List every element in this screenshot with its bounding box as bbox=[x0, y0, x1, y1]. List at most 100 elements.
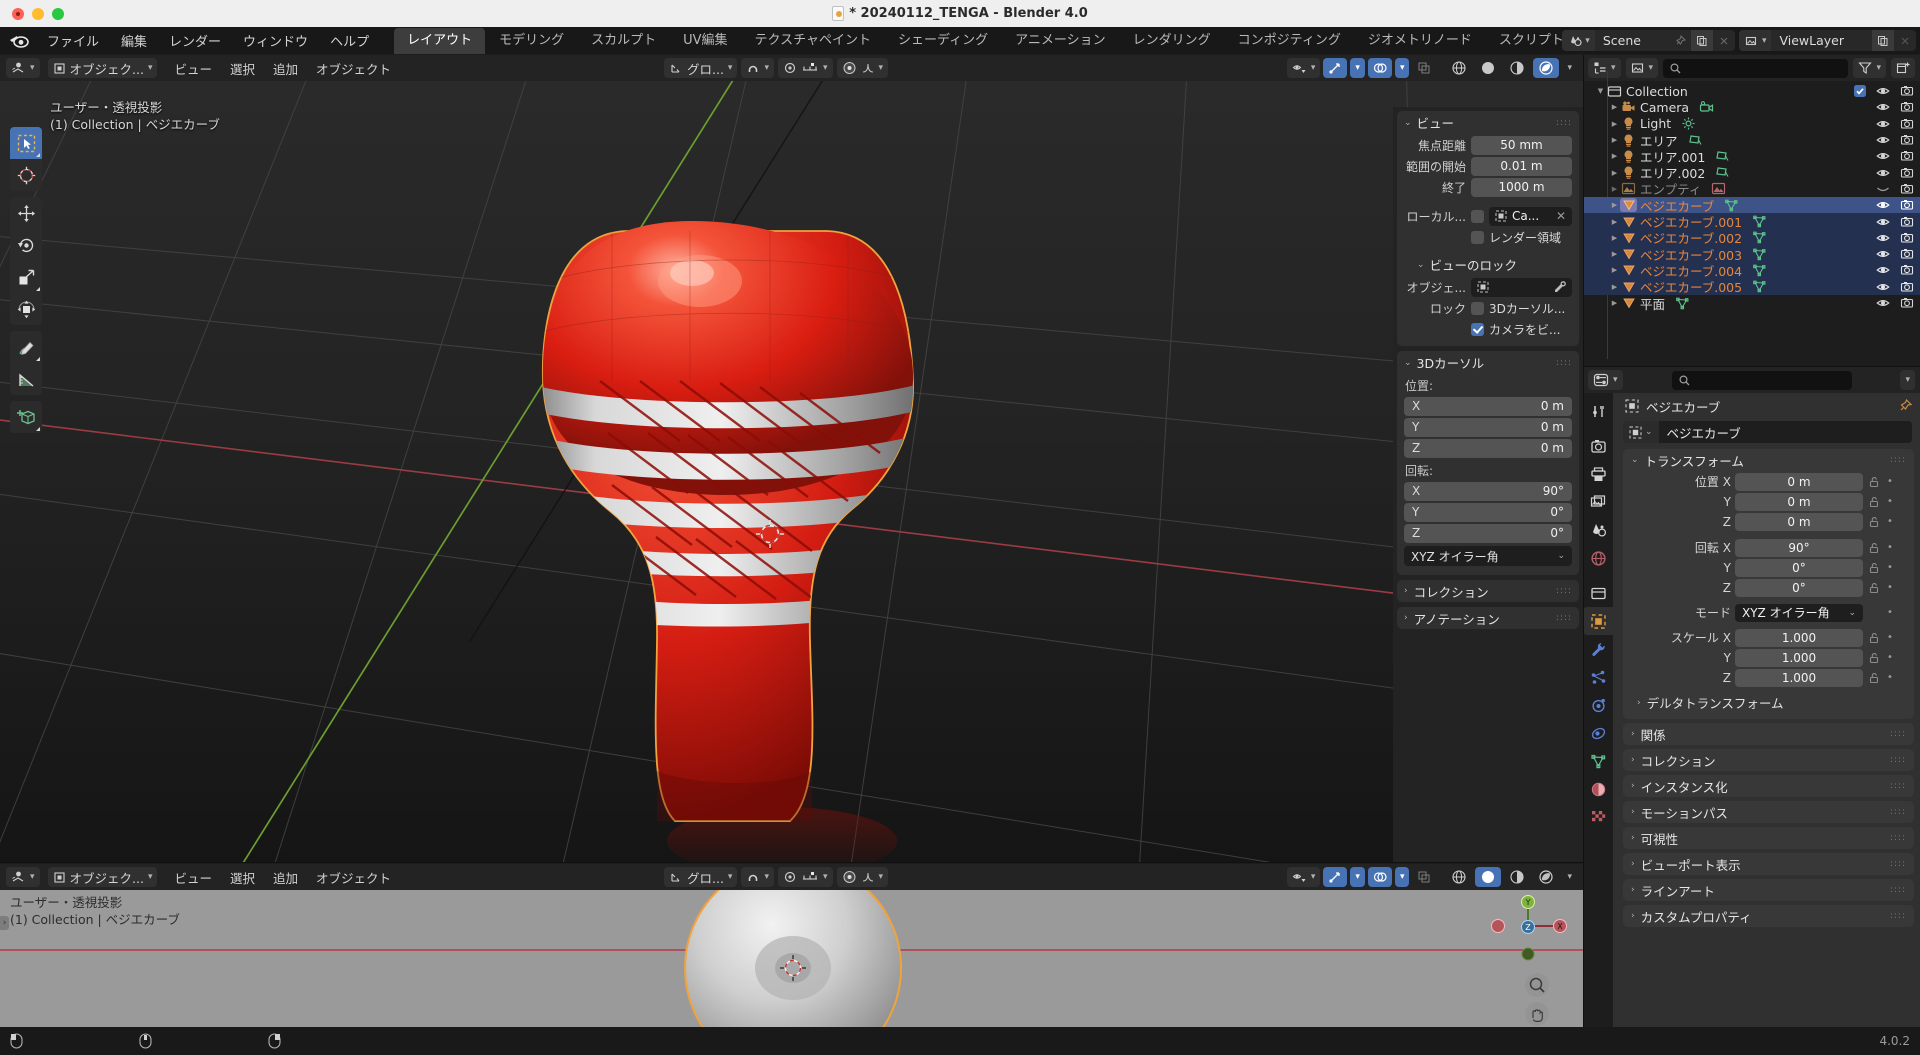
overlays-options-dropdown[interactable]: ▾ bbox=[1394, 58, 1410, 78]
disable-in-renders-icon[interactable] bbox=[1900, 166, 1914, 180]
viewport-3d-main[interactable]: ▾ オブジェク... ▾ ビュー 選択 追加 オブジェクト グロ... ▾ ▾ … bbox=[0, 55, 1583, 862]
object-name-value[interactable]: ベジエカーブ bbox=[1659, 423, 1741, 442]
workspace-tab-sculpting[interactable]: スカルプト bbox=[578, 28, 669, 54]
outliner-row-area-light[interactable]: ▶ エリア bbox=[1583, 132, 1920, 149]
animate-rotation-x-icon[interactable]: • bbox=[1885, 542, 1895, 553]
remove-viewlayer-button[interactable] bbox=[1894, 30, 1916, 51]
cursor-rotation-z-field[interactable]: Z 0° bbox=[1404, 523, 1572, 543]
cursor-location-z-field[interactable]: Z 0 m bbox=[1404, 438, 1572, 458]
local-camera-field[interactable]: Ca... ✕ bbox=[1489, 206, 1572, 226]
outliner-filter-button[interactable]: ▾ bbox=[1853, 58, 1886, 78]
location-x-field[interactable]: 0 m bbox=[1735, 472, 1863, 491]
lock-rotation-z-icon[interactable] bbox=[1867, 582, 1881, 594]
disclosure-triangle-icon[interactable]: ▶ bbox=[1609, 185, 1620, 193]
visibility-selector[interactable]: ▾ bbox=[1286, 58, 1321, 78]
disable-in-renders-icon[interactable] bbox=[1900, 247, 1914, 261]
menu-render[interactable]: レンダー bbox=[158, 28, 232, 53]
lock-location-x-icon[interactable] bbox=[1867, 476, 1881, 488]
properties-tab-material[interactable] bbox=[1583, 775, 1613, 803]
gizmo-options-dropdown[interactable]: ▾ bbox=[1350, 58, 1365, 78]
animate-rotation-y-icon[interactable]: • bbox=[1885, 562, 1895, 573]
editor-separator-vertical[interactable] bbox=[1583, 55, 1584, 1027]
outliner-row-collection[interactable]: ▼ Collection bbox=[1583, 83, 1920, 99]
properties-tab-tool[interactable] bbox=[1583, 397, 1613, 425]
mesh-data-icon[interactable] bbox=[1751, 263, 1768, 278]
viewport-3d-secondary[interactable]: ▾ オブジェク... ▾ ビュー 選択 追加 オブジェクト グロ... ▾ ▾ … bbox=[0, 864, 1583, 1027]
properties-tab-scene[interactable] bbox=[1583, 516, 1613, 544]
pin-id-icon[interactable] bbox=[1898, 399, 1912, 413]
properties-tab-world[interactable] bbox=[1583, 544, 1613, 572]
properties-options-dropdown[interactable]: ▾ bbox=[1900, 370, 1915, 390]
disable-in-renders-icon[interactable] bbox=[1900, 280, 1914, 294]
location-y-field[interactable]: 0 m bbox=[1735, 492, 1863, 511]
viewport2-menu-select[interactable]: 選択 bbox=[221, 866, 264, 889]
properties-tab-constraints[interactable] bbox=[1583, 719, 1613, 747]
properties-tab-render[interactable] bbox=[1583, 432, 1613, 460]
shading-material-button-2[interactable] bbox=[1504, 867, 1530, 887]
hide-in-viewport-icon[interactable] bbox=[1876, 198, 1890, 212]
camera-to-view-checkbox[interactable] bbox=[1471, 322, 1484, 336]
hide-in-viewport-icon[interactable] bbox=[1876, 166, 1890, 180]
cursor-rotation-x-field[interactable]: X 90° bbox=[1404, 481, 1572, 501]
gizmo-toggle-2[interactable] bbox=[1323, 867, 1348, 887]
disable-in-renders-icon[interactable] bbox=[1900, 198, 1914, 212]
viewport2-menu-add[interactable]: 追加 bbox=[264, 866, 307, 889]
scale-y-field[interactable]: 1.000 bbox=[1735, 648, 1863, 667]
outliner-new-collection-button[interactable] bbox=[1891, 58, 1915, 78]
hide-in-viewport-icon[interactable] bbox=[1876, 149, 1890, 163]
cursor-location-x-field[interactable]: X 0 m bbox=[1404, 396, 1572, 416]
tool-rotate[interactable] bbox=[10, 229, 42, 261]
viewport-menu-select[interactable]: 選択 bbox=[221, 57, 264, 80]
workspace-tab-uv-editing[interactable]: UV編集 bbox=[670, 28, 740, 54]
panel-grip-icon[interactable]: :::: bbox=[1890, 781, 1906, 791]
object-mode-selector[interactable]: オブジェク... ▾ bbox=[47, 58, 158, 78]
proportional-editing-toggle-2[interactable]: ▾ bbox=[777, 867, 833, 887]
object-mode-selector-2[interactable]: オブジェク... ▾ bbox=[47, 867, 158, 887]
local-camera-checkbox[interactable] bbox=[1471, 209, 1484, 223]
hide-in-viewport-icon[interactable] bbox=[1876, 182, 1890, 196]
snap-toggle[interactable]: ▾ bbox=[741, 58, 774, 78]
animate-rotation-z-icon[interactable]: • bbox=[1885, 582, 1895, 593]
workspace-tab-geometry-nodes[interactable]: ジオメトリノード bbox=[1355, 28, 1485, 54]
cursor-rotation-y-field[interactable]: Y 0° bbox=[1404, 502, 1572, 522]
camera-data-icon[interactable] bbox=[1698, 100, 1715, 115]
object-name-field[interactable]: ⌄ ベジエカーブ bbox=[1623, 421, 1912, 443]
tool-measure[interactable] bbox=[10, 363, 42, 395]
npanel-cursor-header[interactable]: ⌄ 3Dカーソル :::: bbox=[1397, 351, 1579, 374]
visibility-panel[interactable]: › 可視性 :::: bbox=[1623, 827, 1914, 849]
shading-rendered-button[interactable] bbox=[1533, 58, 1560, 78]
viewlayer-name[interactable]: ViewLayer bbox=[1771, 33, 1872, 48]
panel-grip-icon[interactable]: :::: bbox=[1556, 358, 1572, 367]
viewport-menu-object[interactable]: オブジェクト bbox=[307, 57, 400, 80]
hide-in-viewport-icon[interactable] bbox=[1876, 215, 1890, 229]
animate-location-z-icon[interactable]: • bbox=[1885, 516, 1895, 527]
properties-tab-collection[interactable] bbox=[1583, 579, 1613, 607]
animate-location-y-icon[interactable]: • bbox=[1885, 496, 1895, 507]
npanel-view-header[interactable]: ⌄ ビュー :::: bbox=[1397, 111, 1579, 134]
viewport-display-panel[interactable]: › ビューポート表示 :::: bbox=[1623, 853, 1914, 875]
scene-selector[interactable]: ▾ Scene bbox=[1562, 30, 1735, 51]
editor-type-selector[interactable]: ▾ bbox=[6, 58, 40, 78]
npanel-view-lock-header[interactable]: ⌄ ビューのロック bbox=[1397, 253, 1579, 276]
panel-grip-icon[interactable]: :::: bbox=[1890, 885, 1906, 895]
outliner-row-plane[interactable]: ▶ 平面 bbox=[1583, 295, 1920, 312]
lock-cursor-checkbox[interactable] bbox=[1471, 301, 1484, 315]
workspace-tab-texture-paint[interactable]: テクスチャペイント bbox=[742, 28, 884, 54]
outliner-row-bezier-curve-004[interactable]: ▶ ベジエカーブ.004 bbox=[1583, 262, 1920, 279]
hide-in-viewport-icon[interactable] bbox=[1876, 296, 1890, 310]
properties-editor-type-selector[interactable]: ▾ bbox=[1588, 370, 1623, 390]
workspace-tab-shading[interactable]: シェーディング bbox=[885, 28, 1001, 54]
snap-toggle-2[interactable]: ▾ bbox=[741, 867, 774, 887]
tool-annotate[interactable] bbox=[10, 331, 42, 363]
scene-name[interactable]: Scene bbox=[1595, 33, 1669, 48]
viewport-menu-view[interactable]: ビュー bbox=[165, 57, 221, 80]
mesh-data-icon[interactable] bbox=[1751, 214, 1768, 229]
scale-x-field[interactable]: 1.000 bbox=[1735, 628, 1863, 647]
exclude-collection-checkbox[interactable] bbox=[1854, 85, 1866, 98]
transform-orientation-selector[interactable]: グロ... ▾ bbox=[664, 58, 738, 78]
properties-tab-output[interactable] bbox=[1583, 460, 1613, 488]
properties-search-input[interactable] bbox=[1671, 370, 1852, 390]
outliner-row-bezier-curve-002[interactable]: ▶ ベジエカーブ.002 bbox=[1583, 229, 1920, 246]
proportional-falloff-selector-2[interactable]: ▾ bbox=[836, 867, 889, 887]
outliner-row-camera[interactable]: ▶ Camera bbox=[1583, 99, 1920, 115]
